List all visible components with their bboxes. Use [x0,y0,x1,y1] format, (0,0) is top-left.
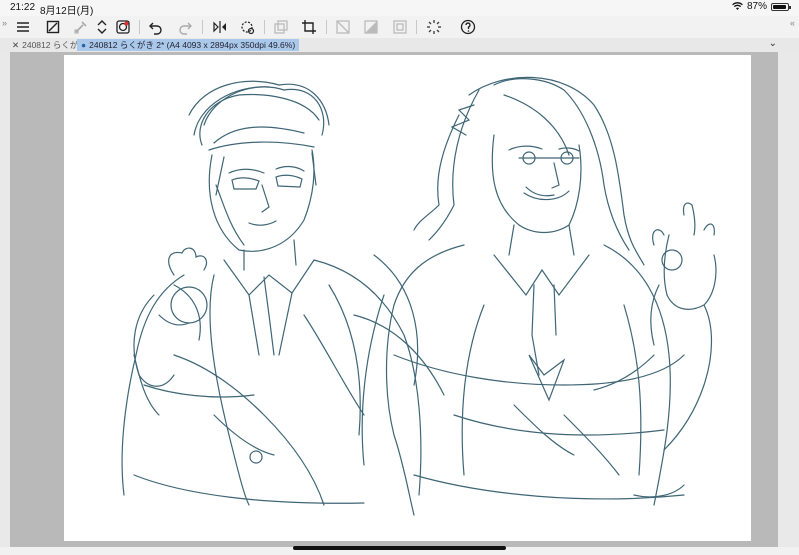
undo-icon[interactable] [147,18,165,36]
rotate-icon[interactable] [238,18,256,36]
battery-percent: 87% [746,1,767,12]
battery-icon [771,2,791,11]
clear-icon[interactable] [334,18,352,36]
flip-icon[interactable] [211,18,229,36]
left-panel-toggle-icon[interactable]: » [2,18,7,28]
tab-label: 240812 らくがき 2* (A4 4093 x 2894px 350dpi … [89,40,296,50]
home-indicator[interactable] [293,546,506,550]
tab-bar: ✕ 240812 らくが ● 240812 らくがき 2* (A4 4093 x 2… [0,38,799,52]
loading-icon[interactable] [425,18,443,36]
redo-icon[interactable] [176,18,194,36]
help-icon[interactable] [459,18,477,36]
layer-icon[interactable] [272,18,290,36]
toolbar: » « [0,16,799,38]
frame-icon[interactable] [391,18,409,36]
left-panel-edge [0,52,10,555]
status-bar: 21:22 8月12日(月) 87% [0,0,799,17]
tab-document-2[interactable]: ● 240812 らくがき 2* (A4 4093 x 2894px 350dpi… [77,39,300,51]
color-icon[interactable] [114,18,132,36]
arrows-icon[interactable] [93,18,111,36]
menu-icon[interactable] [14,18,32,36]
unsaved-dot-icon: ● [81,40,87,50]
right-panel-toggle-icon[interactable]: « [790,18,795,28]
tab-label: 240812 らくが [22,40,79,50]
crop-icon[interactable] [300,18,318,36]
right-panel-edge [778,52,799,555]
eyedropper-icon[interactable] [72,18,90,36]
status-date: 8月12日(月) [40,6,94,17]
status-time: 21:22 [10,2,36,13]
tab-list-chevron-icon[interactable]: ⌄ [769,38,777,49]
sketch-artwork [121,76,717,516]
tab-document-1[interactable]: ✕ 240812 らくが [12,39,78,51]
status-right: 87% [732,1,791,12]
close-icon[interactable]: ✕ [12,40,19,50]
fill-icon[interactable] [362,18,380,36]
transform-icon[interactable] [44,18,62,36]
wifi-icon [732,2,743,10]
drawing-canvas[interactable] [64,55,751,541]
